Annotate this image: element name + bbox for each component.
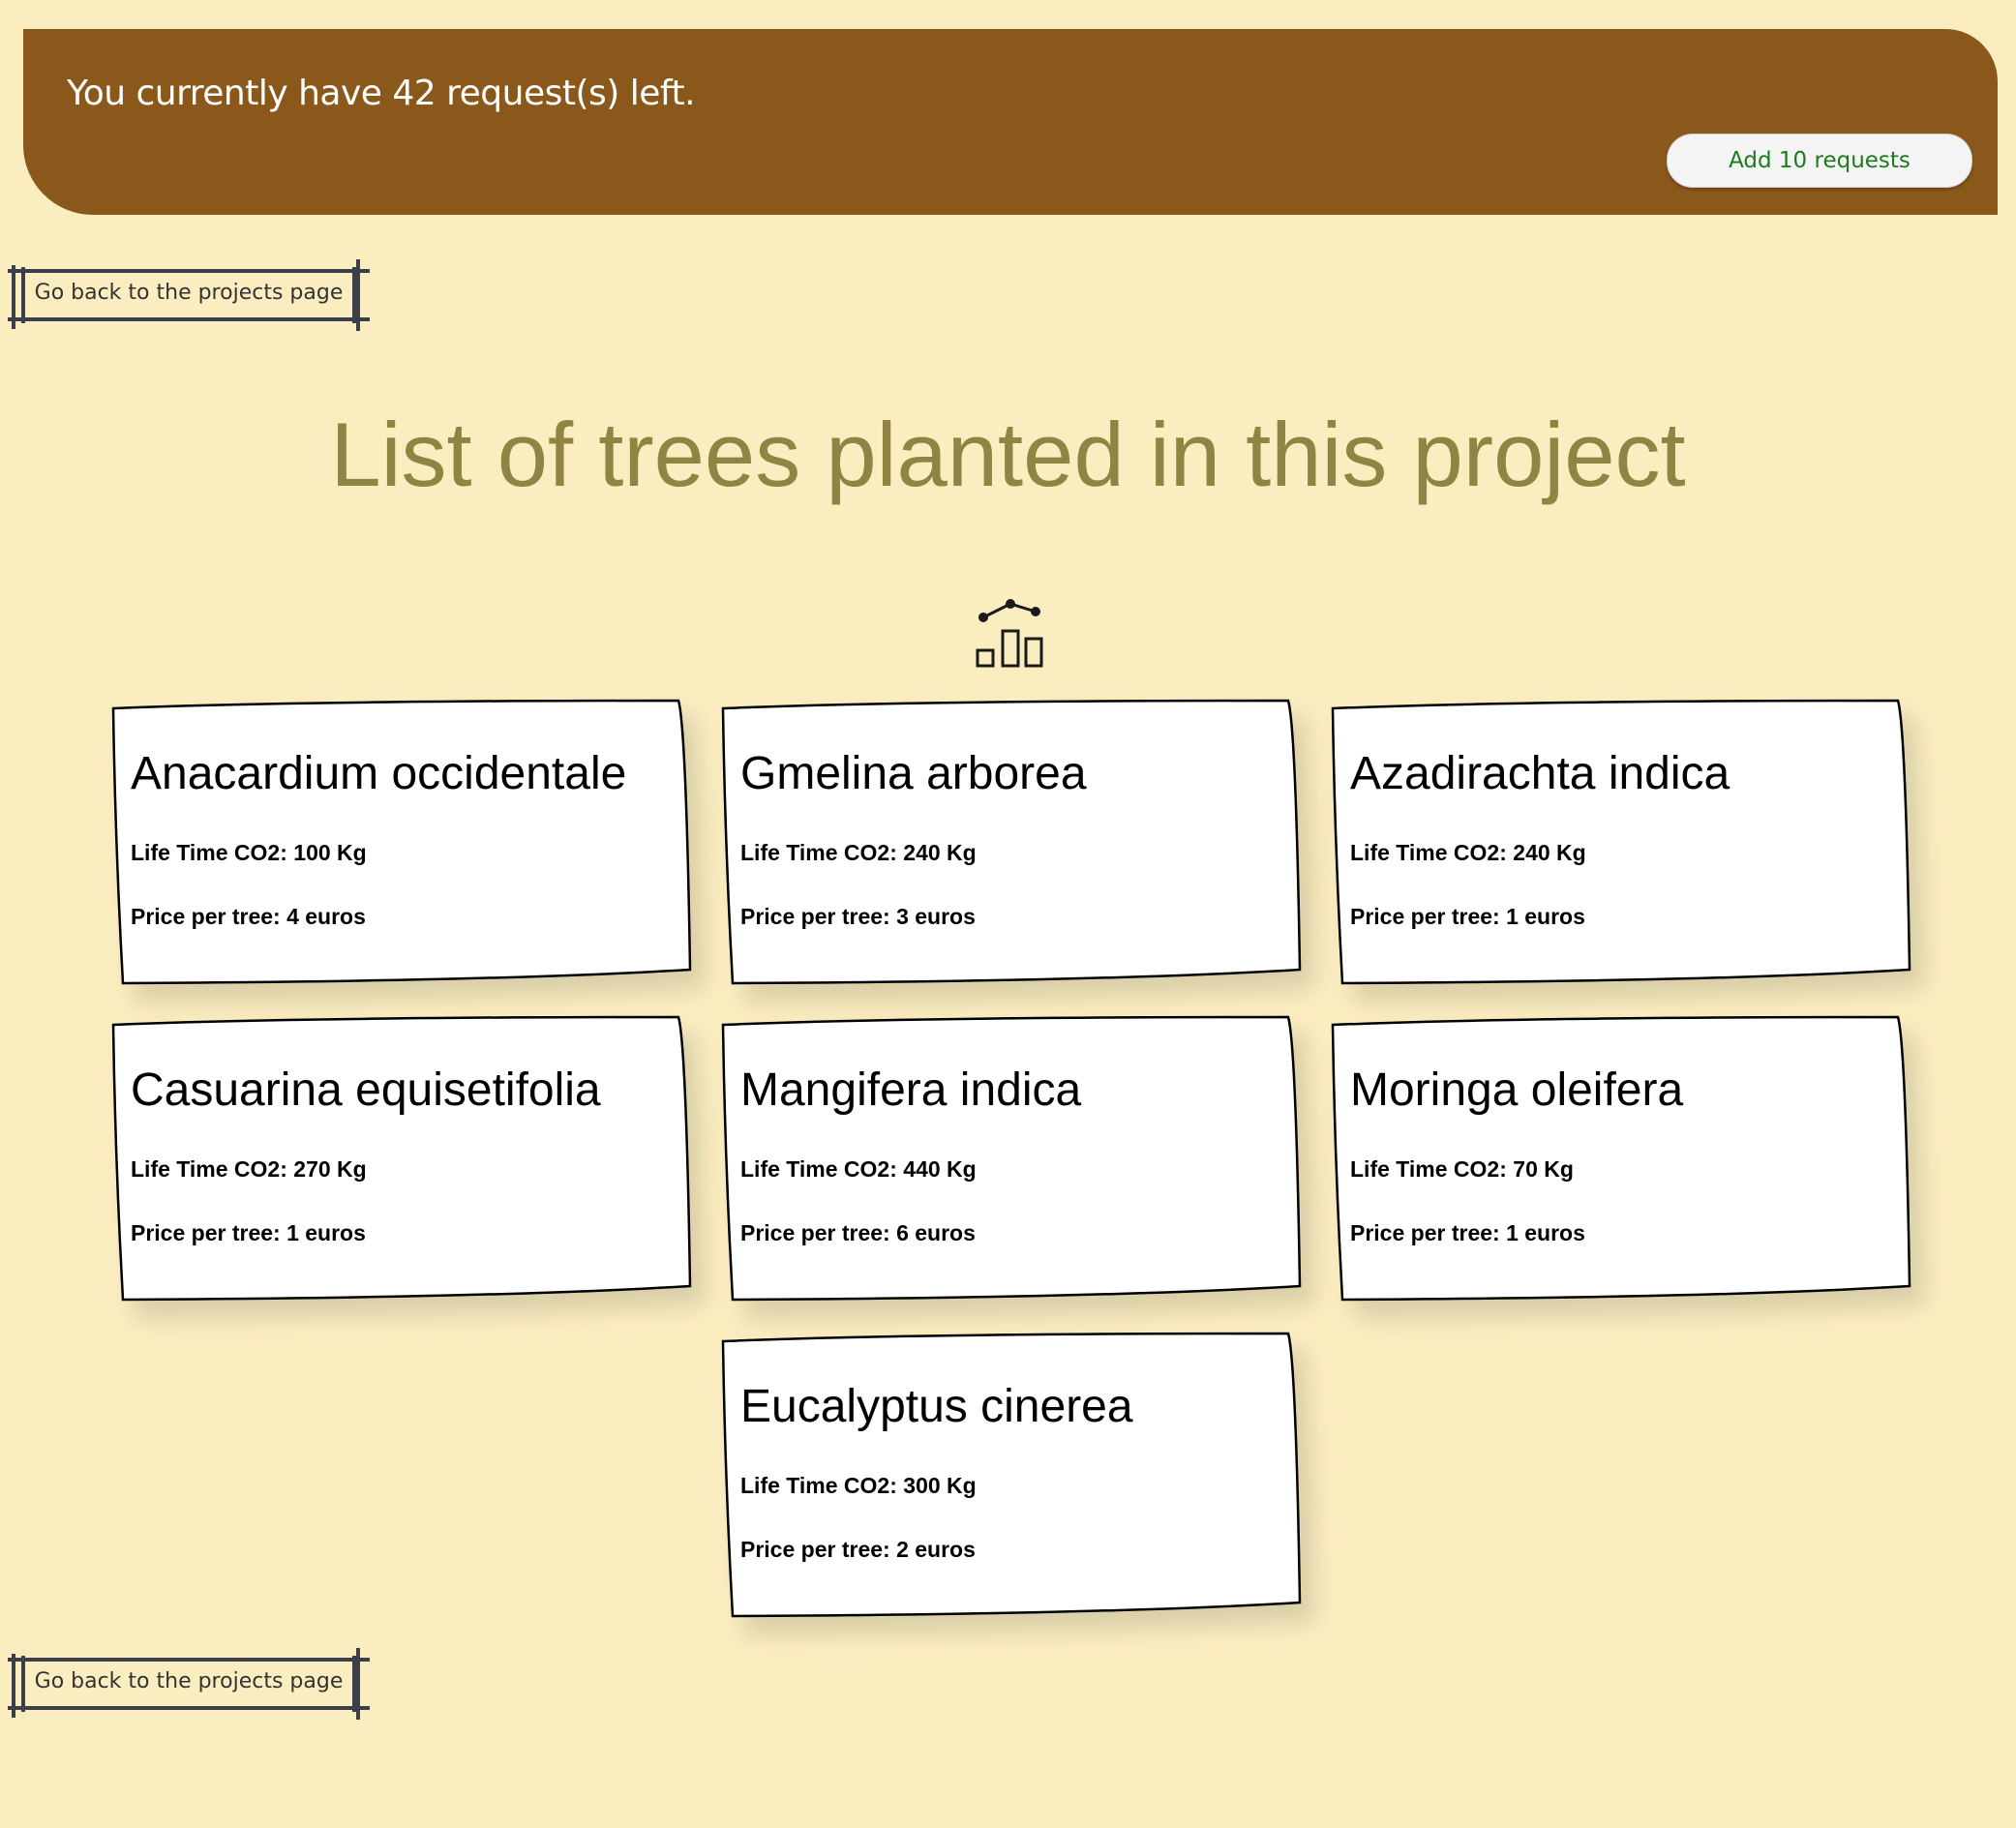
page-title: List of trees planted in this project bbox=[330, 404, 1686, 505]
tree-card[interactable]: Casuarina equisetifolia Life Time CO2: 2… bbox=[111, 1015, 692, 1302]
tree-co2: Life Time CO2: 240 Kg bbox=[1350, 840, 1586, 865]
tree-name: Casuarina equisetifolia bbox=[131, 1064, 601, 1116]
back-button-label: Go back to the projects page bbox=[34, 1669, 344, 1693]
tree-price: Price per tree: 1 euros bbox=[1350, 904, 1585, 929]
tree-card[interactable]: Moringa oleifera Life Time CO2: 70 Kg Pr… bbox=[1331, 1015, 1911, 1302]
tree-co2: Life Time CO2: 440 Kg bbox=[740, 1156, 977, 1182]
back-button-label: Go back to the projects page bbox=[34, 281, 344, 305]
tree-co2: Life Time CO2: 240 Kg bbox=[740, 840, 977, 865]
stats-chart-icon[interactable] bbox=[972, 592, 1049, 670]
tree-card[interactable]: Gmelina arborea Life Time CO2: 240 Kg Pr… bbox=[721, 699, 1302, 985]
tree-name: Mangifera indica bbox=[740, 1064, 1082, 1116]
tree-name: Gmelina arborea bbox=[740, 748, 1087, 799]
tree-price: Price per tree: 2 euros bbox=[740, 1537, 976, 1562]
tree-card[interactable]: Azadirachta indica Life Time CO2: 240 Kg… bbox=[1331, 699, 1911, 985]
tree-name: Moringa oleifera bbox=[1350, 1064, 1684, 1116]
add-requests-button[interactable]: Add 10 requests bbox=[1667, 134, 1972, 188]
tree-card[interactable]: Mangifera indica Life Time CO2: 440 Kg P… bbox=[721, 1015, 1302, 1302]
tree-price: Price per tree: 1 euros bbox=[1350, 1220, 1585, 1245]
tree-price: Price per tree: 4 euros bbox=[131, 904, 366, 929]
requests-banner: You currently have 42 request(s) left. A… bbox=[23, 29, 1998, 215]
tree-price: Price per tree: 3 euros bbox=[740, 904, 976, 929]
tree-co2: Life Time CO2: 70 Kg bbox=[1350, 1156, 1574, 1182]
tree-card[interactable]: Eucalyptus cinerea Life Time CO2: 300 Kg… bbox=[721, 1332, 1302, 1618]
tree-co2: Life Time CO2: 300 Kg bbox=[740, 1473, 977, 1498]
stats-chart-icon-graphic bbox=[976, 599, 1043, 668]
tree-name: Anacardium occidentale bbox=[131, 748, 627, 799]
tree-name: Azadirachta indica bbox=[1350, 748, 1730, 799]
tree-price: Price per tree: 6 euros bbox=[740, 1220, 976, 1245]
back-to-projects-button-bottom[interactable]: Go back to the projects page bbox=[8, 1648, 370, 1722]
tree-price: Price per tree: 1 euros bbox=[131, 1220, 366, 1245]
tree-card[interactable]: Anacardium occidentale Life Time CO2: 10… bbox=[111, 699, 692, 985]
requests-remaining-text: You currently have 42 request(s) left. bbox=[67, 74, 696, 113]
tree-co2: Life Time CO2: 270 Kg bbox=[131, 1156, 367, 1182]
back-to-projects-button-top[interactable]: Go back to the projects page bbox=[8, 259, 370, 333]
tree-name: Eucalyptus cinerea bbox=[740, 1381, 1133, 1432]
tree-co2: Life Time CO2: 100 Kg bbox=[131, 840, 367, 865]
